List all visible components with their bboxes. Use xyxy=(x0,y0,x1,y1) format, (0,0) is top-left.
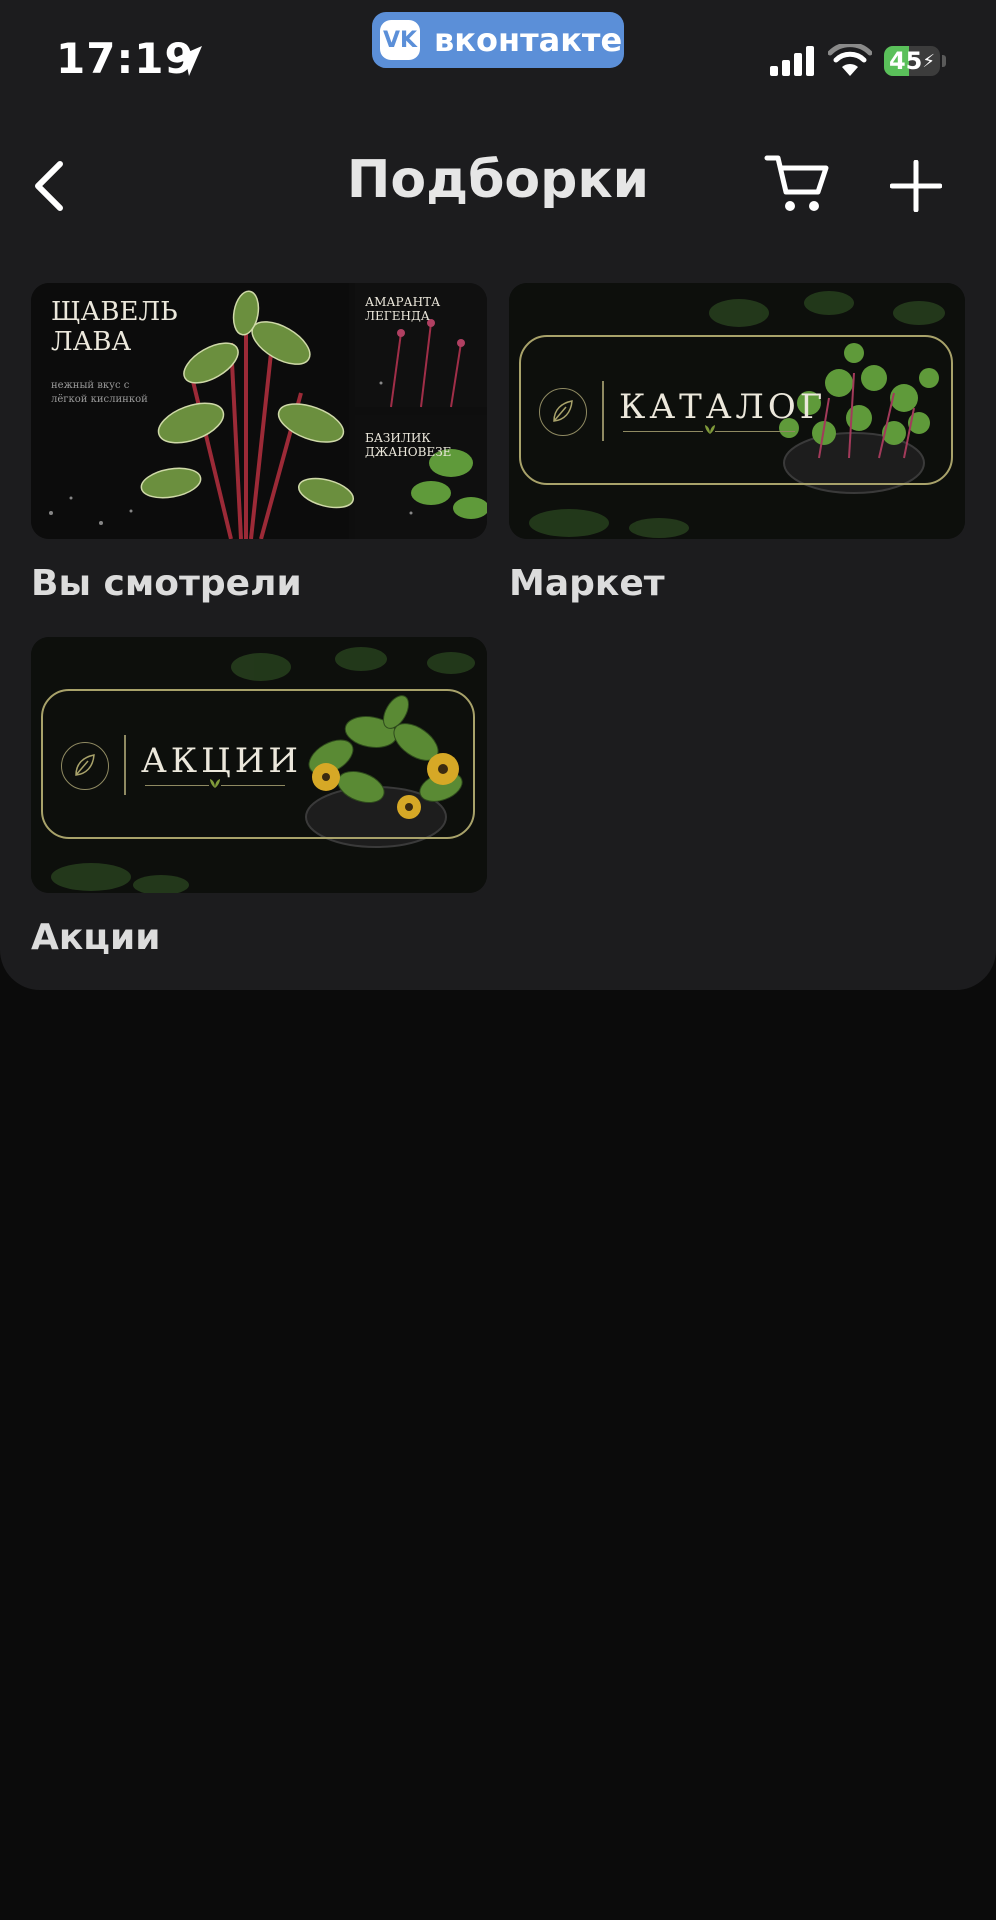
vk-app-pill[interactable]: VK вконтакте xyxy=(372,12,624,68)
collection-thumbnail[interactable]: КАТАЛОГ xyxy=(509,283,965,539)
banner-underline xyxy=(715,431,795,432)
thumb-subtitle-sorrel: нежный вкус с лёгкой кислинкой xyxy=(51,380,148,405)
banner-underline xyxy=(623,431,703,432)
vk-app-name: вконтакте xyxy=(434,21,623,59)
plus-icon[interactable] xyxy=(890,160,942,212)
chevron-left-icon[interactable] xyxy=(26,156,70,216)
thumb-title-basil: БАЗИЛИК ДЖАНОВЕЗЕ xyxy=(365,431,452,459)
location-arrow-icon xyxy=(172,46,202,76)
leaf-emblem-icon xyxy=(61,742,109,790)
page-title: Подборки xyxy=(346,150,650,210)
leaf-sprout-icon xyxy=(210,779,220,788)
collection-card-viewed[interactable]: ЩАВЕЛЬ ЛАВА нежный вкус с лёгкой кислинк… xyxy=(31,283,487,613)
banner-divider xyxy=(124,735,126,795)
collection-thumbnail[interactable]: ЩАВЕЛЬ ЛАВА нежный вкус с лёгкой кислинк… xyxy=(31,283,487,539)
wifi-icon xyxy=(828,44,872,76)
thumb-title-sorrel: ЩАВЕЛЬ ЛАВА xyxy=(51,297,178,357)
leaf-sprout-icon xyxy=(705,425,715,434)
battery-percent: 45 ⚡ xyxy=(888,47,936,75)
collection-card-promotions[interactable]: АКЦИИ Акции xyxy=(31,637,487,967)
banner-underline xyxy=(221,785,285,786)
collection-thumbnail[interactable]: АКЦИИ xyxy=(31,637,487,893)
cellular-signal-icon xyxy=(770,46,814,76)
collection-label: Маркет xyxy=(509,563,665,604)
banner-underline xyxy=(145,785,209,786)
battery-nub xyxy=(942,55,946,67)
thumb-title-amaranth: АМАРАНТА ЛЕГЕНДА xyxy=(365,295,441,323)
collection-card-market[interactable]: КАТАЛОГ Маркет xyxy=(509,283,965,613)
collection-label: Акции xyxy=(31,917,161,958)
banner-title-catalog: КАТАЛОГ xyxy=(619,387,827,427)
vk-logo-icon: VK xyxy=(380,20,420,60)
banner-title-promotions: АКЦИИ xyxy=(141,741,303,781)
cart-icon[interactable] xyxy=(764,152,830,216)
battery-indicator: 45 ⚡ xyxy=(884,46,940,76)
banner-divider xyxy=(602,381,604,441)
collections-panel: 17:19 VK вконтакте 45 ⚡ Подборки ЩАВЕЛЬ … xyxy=(0,0,996,990)
leaf-emblem-icon xyxy=(539,388,587,436)
collection-label: Вы смотрели xyxy=(31,563,302,604)
